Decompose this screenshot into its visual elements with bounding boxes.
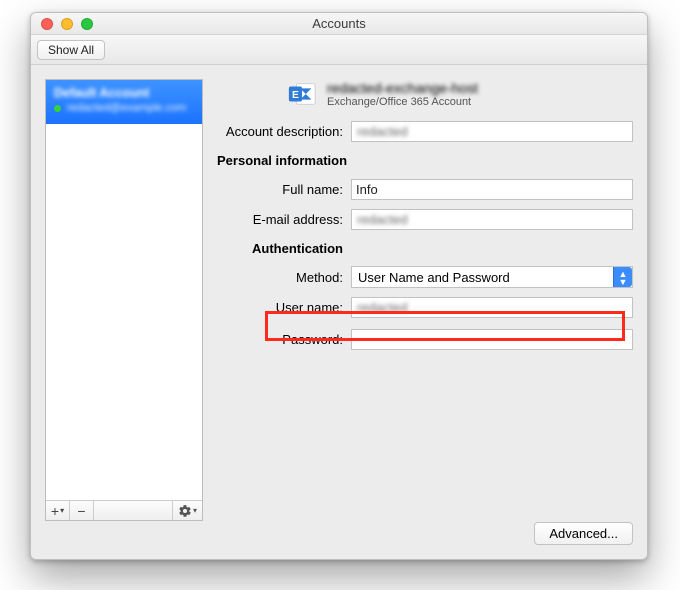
add-account-button[interactable]: +▾ <box>46 501 70 520</box>
label-password: Password: <box>217 332 351 347</box>
window-title: Accounts <box>31 16 647 31</box>
password-field[interactable] <box>351 329 633 350</box>
gear-icon <box>178 504 192 518</box>
toolbar: Show All <box>31 35 647 65</box>
show-all-button[interactable]: Show All <box>37 40 105 60</box>
exchange-icon: E <box>287 79 317 109</box>
label-full-name: Full name: <box>217 182 351 197</box>
chevron-down-icon: ▾ <box>193 506 197 515</box>
account-header: E redacted-exchange-host Exchange/Office… <box>287 79 633 109</box>
accounts-sidebar: Default Account redacted@example.com +▾ … <box>45 79 203 521</box>
label-account-description: Account description: <box>217 124 351 139</box>
account-header-subtitle: Exchange/Office 365 Account <box>327 96 478 108</box>
auth-method-value: User Name and Password <box>358 270 510 285</box>
section-personal-information: Personal information <box>217 153 351 168</box>
account-email: redacted@example.com <box>67 102 186 114</box>
remove-account-button[interactable]: − <box>70 501 94 520</box>
section-authentication: Authentication <box>217 241 351 256</box>
account-name: Default Account <box>54 86 194 100</box>
email-field[interactable] <box>351 209 633 230</box>
label-user-name: User name: <box>217 300 351 315</box>
titlebar: Accounts <box>31 13 647 35</box>
minimize-icon[interactable] <box>61 18 73 30</box>
sidebar-footer: +▾ − ▾ <box>46 500 202 520</box>
sidebar-settings-button[interactable]: ▾ <box>172 501 202 520</box>
chevron-down-icon: ▾ <box>60 506 64 515</box>
full-name-field[interactable] <box>351 179 633 200</box>
window-controls <box>31 18 93 30</box>
user-name-field[interactable] <box>351 297 633 318</box>
auth-method-select[interactable]: User Name and Password ▲▼ <box>351 266 633 288</box>
accounts-window: Accounts Show All Default Account redact… <box>30 12 648 560</box>
plus-icon: + <box>51 503 59 519</box>
select-arrows-icon: ▲▼ <box>618 270 628 286</box>
sidebar-item-default-account[interactable]: Default Account redacted@example.com <box>46 80 202 124</box>
svg-text:E: E <box>292 90 299 101</box>
zoom-icon[interactable] <box>81 18 93 30</box>
status-indicator-icon <box>54 105 61 112</box>
label-email: E-mail address: <box>217 212 351 227</box>
content-area: Default Account redacted@example.com +▾ … <box>31 65 647 559</box>
account-detail-pane: E redacted-exchange-host Exchange/Office… <box>217 79 633 545</box>
label-method: Method: <box>217 270 351 285</box>
account-form: Account description: redacted Personal i… <box>217 117 633 353</box>
account-header-title: redacted-exchange-host <box>327 80 478 96</box>
advanced-button[interactable]: Advanced... <box>534 522 633 545</box>
close-icon[interactable] <box>41 18 53 30</box>
account-description-field[interactable] <box>351 121 633 142</box>
